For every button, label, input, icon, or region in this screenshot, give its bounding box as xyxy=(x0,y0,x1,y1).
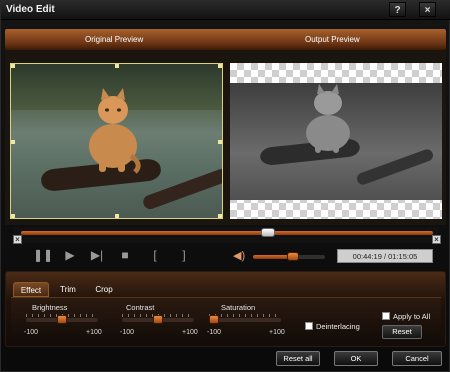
contrast-thumb[interactable] xyxy=(153,315,163,324)
crop-handle[interactable] xyxy=(115,214,119,218)
ok-button[interactable]: OK xyxy=(334,351,378,366)
preview-header: Original Preview Output Preview xyxy=(5,29,446,50)
crop-handle[interactable] xyxy=(11,64,15,68)
trim-start-marker[interactable]: × xyxy=(13,235,22,244)
branch-image xyxy=(355,147,435,187)
contrast-label: Contrast xyxy=(126,303,155,312)
help-button[interactable]: ? xyxy=(389,2,406,17)
saturation-max: +100 xyxy=(269,329,285,336)
tab-crop[interactable]: Crop xyxy=(91,282,117,297)
crop-handle[interactable] xyxy=(11,140,15,144)
volume-thumb[interactable] xyxy=(286,252,299,261)
brightness-min: -100 xyxy=(24,329,39,336)
output-preview xyxy=(230,63,442,219)
mark-out-icon[interactable]: ] xyxy=(177,248,191,262)
next-frame-icon[interactable]: ▶| xyxy=(90,248,104,262)
video-edit-window: Video Edit ? × Original Preview Output P… xyxy=(0,0,450,372)
cat-image xyxy=(89,88,141,174)
seek-thumb[interactable] xyxy=(261,228,276,237)
reset-all-button[interactable]: Reset all xyxy=(276,351,320,366)
reset-button[interactable]: Reset xyxy=(382,325,422,339)
timecode-display: 00:44:19 / 01:15:05 xyxy=(337,249,433,263)
volume-icon[interactable]: ◀) xyxy=(233,249,245,262)
original-preview-label: Original Preview xyxy=(85,35,144,44)
tab-effect[interactable]: Effect xyxy=(13,282,49,297)
saturation-min: -100 xyxy=(207,329,222,336)
apply-to-all-label: Apply to All xyxy=(393,312,431,321)
playback-controls: ❚❚ ▶ ▶| ■ [ ] ◀) 00:44:19 / 01:15:05 xyxy=(5,245,446,267)
crop-handle[interactable] xyxy=(218,140,222,144)
output-video xyxy=(230,83,442,200)
pause-icon[interactable]: ❚❚ xyxy=(33,248,53,262)
stop-icon[interactable]: ■ xyxy=(118,248,132,262)
title-bar: Video Edit ? × xyxy=(1,1,450,20)
deinterlacing-label: Deinterlacing xyxy=(316,322,360,331)
mark-in-icon[interactable]: [ xyxy=(148,248,162,262)
crop-handle[interactable] xyxy=(115,64,119,68)
brightness-thumb[interactable] xyxy=(57,315,67,324)
tab-trim[interactable]: Trim xyxy=(56,282,80,297)
saturation-slider[interactable]: Saturation -100 +100 xyxy=(207,303,289,343)
cancel-button[interactable]: Cancel xyxy=(392,351,442,366)
brightness-label: Brightness xyxy=(32,303,68,312)
slider-track[interactable] xyxy=(209,318,281,322)
contrast-max: +100 xyxy=(182,329,198,336)
saturation-label: Saturation xyxy=(221,303,256,312)
saturation-thumb[interactable] xyxy=(209,315,219,324)
deinterlacing-checkbox[interactable] xyxy=(305,322,313,330)
output-preview-label: Output Preview xyxy=(305,35,360,44)
window-title: Video Edit xyxy=(6,4,55,15)
crop-handle[interactable] xyxy=(218,214,222,218)
contrast-min: -100 xyxy=(120,329,135,336)
cat-image xyxy=(306,84,350,153)
trim-end-marker[interactable]: × xyxy=(432,235,441,244)
play-icon[interactable]: ▶ xyxy=(63,248,77,262)
volume-slider[interactable] xyxy=(253,252,325,261)
contrast-slider[interactable]: Contrast -100 +100 xyxy=(120,303,202,343)
brightness-slider[interactable]: Brightness -100 +100 xyxy=(24,303,106,343)
seek-track[interactable] xyxy=(21,231,433,235)
seek-bar[interactable]: × × xyxy=(13,227,441,244)
slider-ticks xyxy=(209,314,281,317)
close-button[interactable]: × xyxy=(419,2,436,17)
crop-handle[interactable] xyxy=(11,214,15,218)
original-preview[interactable] xyxy=(10,63,223,219)
crop-handle[interactable] xyxy=(218,64,222,68)
apply-to-all-checkbox[interactable] xyxy=(382,312,390,320)
brightness-max: +100 xyxy=(86,329,102,336)
